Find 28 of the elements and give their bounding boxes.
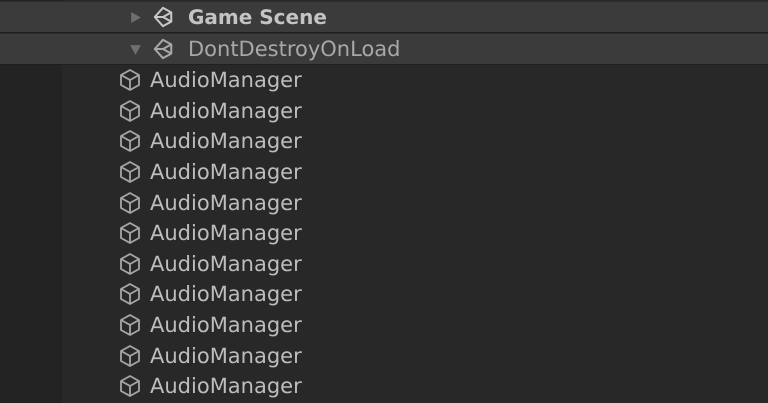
cube-icon (118, 129, 142, 154)
cube-icon (118, 190, 142, 215)
cube-icon (118, 313, 142, 338)
hierarchy-item[interactable]: AudioManager (62, 156, 768, 188)
cube-icon (118, 282, 142, 306)
cube-icon (118, 344, 142, 368)
hierarchy-item[interactable]: AudioManager (62, 248, 768, 280)
hierarchy-item[interactable]: AudioManager (62, 65, 768, 96)
hierarchy-item[interactable]: AudioManager (62, 370, 768, 402)
collapsed-arrow-icon[interactable] (129, 10, 142, 24)
hierarchy-item[interactable]: AudioManager (62, 187, 768, 218)
cube-icon (118, 160, 142, 184)
hierarchy-item[interactable]: AudioManager (62, 218, 768, 249)
scene-name: Game Scene (188, 5, 327, 29)
hierarchy-item[interactable]: AudioManager (62, 310, 768, 340)
cube-icon (118, 252, 142, 276)
scene-row[interactable]: DontDestroyOnLoad (0, 33, 768, 65)
expanded-arrow-icon[interactable] (129, 42, 142, 56)
hierarchy-item[interactable]: AudioManager (62, 340, 768, 371)
cube-icon (118, 374, 142, 398)
hierarchy-item[interactable]: AudioManager (62, 96, 768, 126)
cube-icon (118, 98, 142, 123)
scene-name: DontDestroyOnLoad (188, 37, 400, 61)
cube-icon (118, 68, 142, 92)
cube-icon (118, 221, 142, 246)
hierarchy-item[interactable]: AudioManager (62, 126, 768, 157)
scene-row[interactable]: Game Scene (0, 1, 768, 33)
hierarchy-item[interactable]: AudioManager (62, 279, 768, 310)
